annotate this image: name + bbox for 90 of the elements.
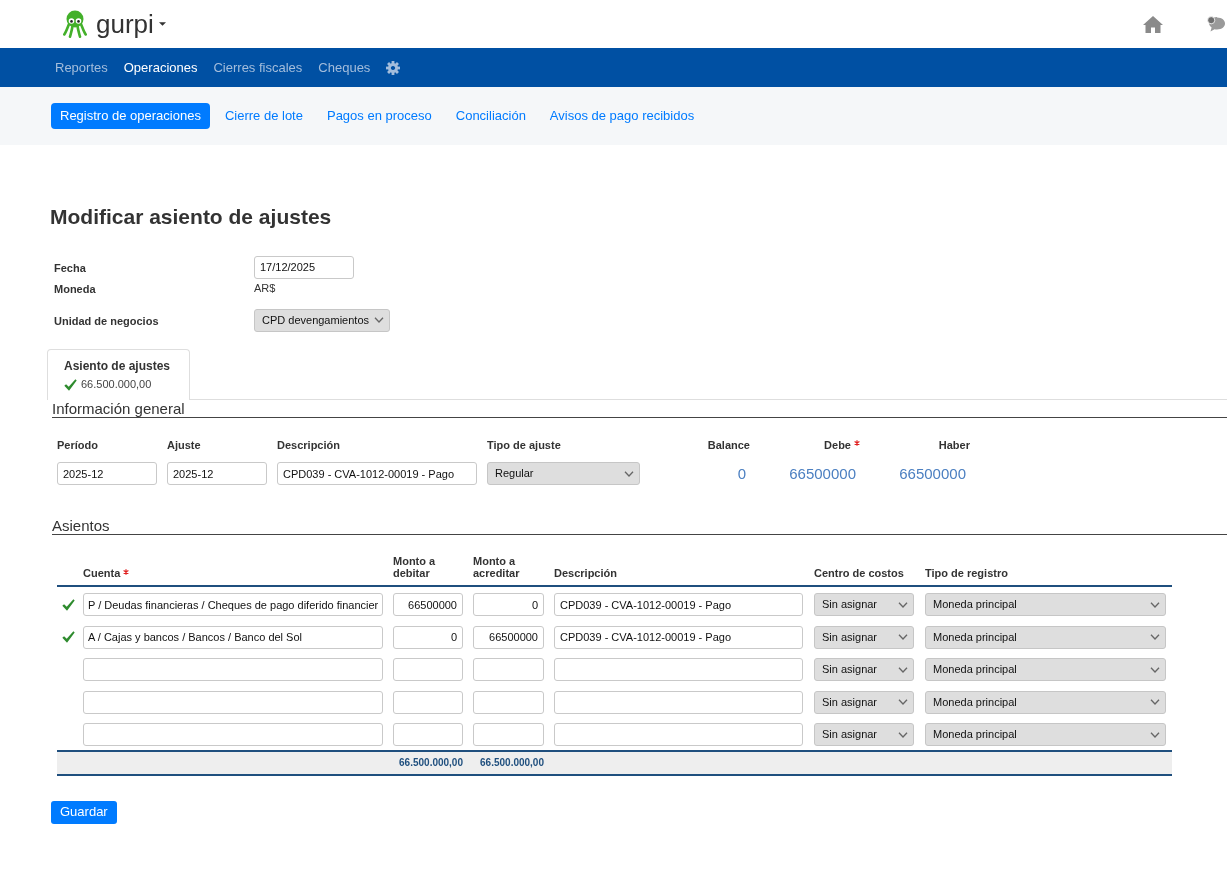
field-label: Descripción — [277, 438, 340, 452]
field-label: Tipo de ajuste — [487, 438, 561, 452]
field-label: Período — [57, 438, 98, 452]
input-field[interactable]: A / Cajas y bancos / Bancos / Banco del Sol — [83, 625, 383, 649]
input-field[interactable] — [393, 690, 463, 714]
chevron-down-icon — [1150, 634, 1160, 640]
total-value: 0 — [737, 464, 746, 483]
column-label: Haber — [938, 438, 970, 452]
chevron-down-icon — [898, 666, 908, 673]
total-value: 66500000 — [789, 464, 856, 483]
subnav-tab[interactable]: Cierre de lote — [215, 103, 312, 129]
input-field[interactable]: CPD039 - CVA-1012-00019 - Pago — [277, 462, 477, 485]
subnav-tab[interactable]: Registro de operaciones — [51, 103, 210, 129]
dropdown-select[interactable]: Moneda principal — [925, 723, 1166, 746]
chevron-down-icon — [1150, 699, 1160, 705]
input-field[interactable]: CPD039 - CVA-1012-00019 - Pago — [554, 593, 803, 616]
input-field[interactable] — [83, 723, 383, 746]
column-label: Debe — [824, 438, 851, 452]
chevron-down-icon — [898, 699, 908, 705]
chevron-down-icon — [1150, 601, 1160, 608]
dropdown-select[interactable]: Moneda principal — [925, 690, 1166, 714]
dropdown-select[interactable]: CPD devengamientos — [254, 308, 390, 332]
dropdown-select[interactable]: Moneda principal — [925, 625, 1166, 649]
chevron-down-icon — [374, 317, 384, 323]
input-field[interactable]: CPD039 - CVA-1012-00019 - Pago — [554, 625, 803, 649]
chevron-down-icon — [1150, 731, 1160, 738]
field-value: AR$ — [254, 280, 276, 296]
input-field[interactable] — [473, 658, 544, 681]
home-icon[interactable] — [1143, 15, 1163, 33]
input-field[interactable]: 0 — [393, 625, 463, 649]
column-header: Descripción — [554, 567, 617, 579]
input-field[interactable] — [554, 690, 803, 714]
column-header: Monto a debitar — [393, 555, 437, 579]
input-field[interactable]: P / Deudas financieras / Cheques de pago diferido financier — [83, 593, 383, 616]
column-header: Tipo de registro — [925, 567, 1008, 579]
column-header: Cuenta — [83, 567, 121, 579]
chevron-down-icon — [1150, 666, 1160, 673]
nav-link[interactable]: Cierres fiscales — [213, 57, 303, 78]
chevron-down-icon — [898, 731, 908, 738]
dropdown-select[interactable]: Regular — [487, 462, 640, 485]
dropdown-select[interactable]: Moneda principal — [925, 593, 1166, 616]
input-field[interactable]: 66500000 — [473, 625, 544, 649]
field-label: Fecha — [54, 262, 86, 274]
input-field[interactable] — [554, 658, 803, 681]
input-field[interactable]: 17/12/2025 — [254, 255, 354, 279]
chevron-down-icon — [624, 470, 634, 477]
page-title: Modificar asiento de ajustes — [50, 205, 332, 229]
caret-down-icon — [158, 22, 166, 26]
total-value: 66500000 — [899, 464, 966, 483]
field-label: Unidad de negocios — [54, 315, 159, 327]
chat-bubble-icon[interactable] — [1207, 16, 1226, 32]
input-field[interactable]: 2025-12 — [167, 462, 267, 485]
total-amount: 66.500.000,00 — [399, 756, 463, 769]
input-field[interactable] — [473, 723, 544, 746]
save-button[interactable]: Guardar — [51, 800, 117, 824]
input-field[interactable] — [393, 723, 463, 746]
column-header: Centro de costos — [814, 567, 904, 579]
input-field[interactable] — [83, 690, 383, 714]
dropdown-select[interactable]: Sin asignar — [814, 625, 914, 649]
entry-tab[interactable]: Asiento de ajustes 66.500.000,00 — [47, 349, 190, 400]
section-heading: Información general — [52, 400, 185, 417]
field-label: Ajuste — [167, 438, 201, 452]
dropdown-select[interactable]: Sin asignar — [814, 658, 914, 681]
chevron-down-icon — [898, 601, 908, 608]
input-field[interactable] — [554, 723, 803, 746]
dropdown-select[interactable]: Moneda principal — [925, 658, 1166, 681]
nav-link[interactable]: Cheques — [318, 57, 371, 78]
input-field[interactable]: 0 — [473, 593, 544, 616]
subnav-tab[interactable]: Pagos en proceso — [317, 103, 441, 129]
input-field[interactable] — [473, 690, 544, 714]
settings-icon[interactable] — [386, 60, 401, 75]
total-amount: 66.500.000,00 — [480, 756, 544, 769]
subnav-tab[interactable]: Conciliación — [446, 103, 535, 129]
input-field[interactable] — [393, 658, 463, 681]
dropdown-select[interactable]: Sin asignar — [814, 593, 914, 616]
dropdown-select[interactable]: Sin asignar — [814, 690, 914, 714]
input-field[interactable]: 66500000 — [393, 593, 463, 616]
subnav-tab[interactable]: Avisos de pago recibidos — [540, 103, 704, 129]
nav-link[interactable]: Operaciones — [123, 57, 198, 78]
brand-menu-button[interactable]: gurpi — [96, 9, 166, 39]
column-label: Balance — [707, 438, 750, 452]
input-field[interactable]: 2025-12 — [57, 462, 157, 485]
nav-link[interactable]: Reportes — [55, 57, 108, 78]
dropdown-select[interactable]: Sin asignar — [814, 723, 914, 746]
octopus-logo-icon — [63, 10, 87, 38]
chevron-down-icon — [898, 634, 908, 640]
section-heading: Asientos — [52, 517, 110, 534]
column-header: Monto a acreditar — [473, 555, 521, 579]
input-field[interactable] — [83, 658, 383, 681]
field-label: Moneda — [54, 283, 96, 295]
